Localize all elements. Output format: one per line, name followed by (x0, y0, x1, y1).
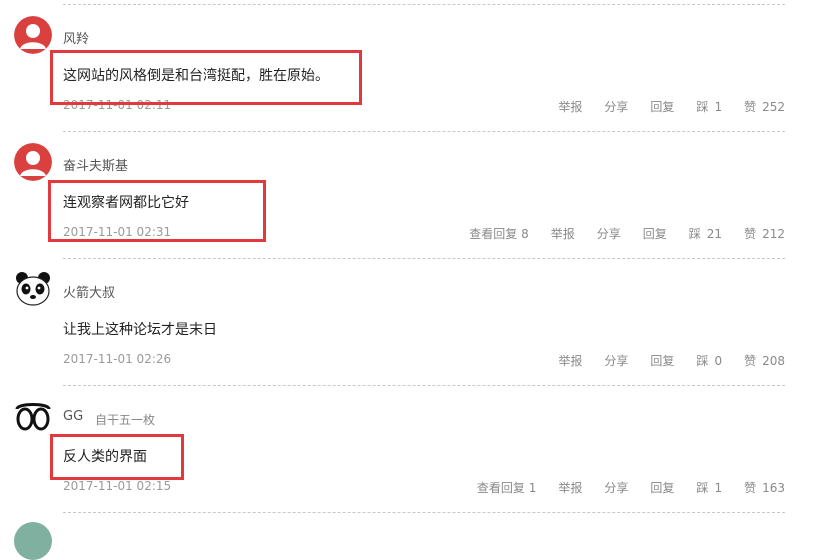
comment-item: 火箭大叔 让我上这种论坛才是末日 2017-11-01 02:26 举报 分享 … (0, 258, 813, 385)
report-button[interactable]: 举报 (551, 225, 575, 242)
divider (63, 512, 785, 513)
dislike-label: 踩 (688, 227, 701, 241)
comment-time: 2017-11-01 02:31 (63, 225, 172, 239)
like-label: 赞 (744, 227, 757, 241)
user-tagline: 自干五一枚 (95, 413, 156, 427)
like-count: 163 (762, 481, 785, 495)
like-count: 252 (762, 100, 785, 114)
dislike-button[interactable]: 踩1 (696, 479, 722, 496)
user-avatar-icon[interactable] (14, 16, 52, 54)
dislike-button[interactable]: 踩 21 (689, 225, 722, 242)
reply-button[interactable]: 回复 (643, 225, 667, 242)
comment-time: 2017-11-01 02:15 (63, 479, 172, 493)
comment-actions: 举报 分享 回复 踩1 赞 252 (536, 98, 785, 115)
like-button[interactable]: 赞 208 (744, 352, 785, 369)
comment-text: 让我上这种论坛才是末日 (63, 322, 217, 338)
dislike-count: 1 (714, 481, 723, 495)
like-label: 赞 (744, 100, 757, 114)
report-button[interactable]: 举报 (558, 352, 582, 369)
share-button[interactable]: 分享 (604, 352, 628, 369)
comment-actions: 查看回复 8 举报 分享 回复 踩 21 赞 212 (447, 225, 785, 242)
glasses-avatar-icon[interactable] (14, 397, 52, 435)
dislike-count: 21 (706, 227, 723, 241)
user-avatar-icon[interactable] (14, 522, 52, 560)
reply-button[interactable]: 回复 (650, 479, 674, 496)
report-button[interactable]: 举报 (558, 98, 582, 115)
comment-text: 连观察者网都比它好 (63, 195, 189, 211)
reply-button[interactable]: 回复 (650, 98, 674, 115)
dislike-button[interactable]: 踩0 (696, 352, 722, 369)
share-button[interactable]: 分享 (604, 98, 628, 115)
dislike-label: 踩 (696, 100, 709, 114)
comment-item: 风羚 这网站的风格倒是和台湾挺配，胜在原始。 2017-11-01 02:11 … (0, 4, 813, 131)
user-avatar-icon[interactable] (14, 143, 52, 181)
dislike-label: 踩 (696, 481, 709, 495)
dislike-button[interactable]: 踩1 (696, 98, 722, 115)
comment-time: 2017-11-01 02:11 (63, 98, 172, 112)
like-button[interactable]: 赞 212 (744, 225, 785, 242)
like-button[interactable]: 赞 163 (744, 479, 785, 496)
panda-avatar-icon[interactable] (14, 270, 52, 308)
comment-item: 奋斗夫斯基 连观察者网都比它好 2017-11-01 02:31 查看回复 8 … (0, 131, 813, 258)
username[interactable]: GG (63, 409, 83, 424)
view-replies-link[interactable]: 查看回复 1 (477, 479, 536, 496)
comment-text: 这网站的风格倒是和台湾挺配，胜在原始。 (63, 68, 329, 84)
comment-actions: 举报 分享 回复 踩0 赞 208 (536, 352, 785, 369)
dislike-count: 1 (714, 100, 723, 114)
comment-actions: 查看回复 1 举报 分享 回复 踩1 赞 163 (455, 479, 785, 496)
share-button[interactable]: 分享 (604, 479, 628, 496)
username[interactable]: 风羚 (63, 28, 89, 47)
like-button[interactable]: 赞 252 (744, 98, 785, 115)
like-count: 208 (762, 354, 785, 368)
dislike-label: 踩 (696, 354, 709, 368)
comment-text: 反人类的界面 (63, 449, 147, 465)
like-label: 赞 (744, 481, 757, 495)
like-count: 212 (762, 227, 785, 241)
share-button[interactable]: 分享 (597, 225, 621, 242)
comment-item: GG 自干五一枚 反人类的界面 2017-11-01 02:15 查看回复 1 … (0, 385, 813, 512)
like-label: 赞 (744, 354, 757, 368)
reply-button[interactable]: 回复 (650, 352, 674, 369)
report-button[interactable]: 举报 (558, 479, 582, 496)
comment-time: 2017-11-01 02:26 (63, 352, 172, 366)
dislike-count: 0 (714, 354, 723, 368)
username[interactable]: 奋斗夫斯基 (63, 155, 128, 174)
view-replies-link[interactable]: 查看回复 8 (469, 225, 528, 242)
username[interactable]: 火箭大叔 (63, 282, 115, 301)
